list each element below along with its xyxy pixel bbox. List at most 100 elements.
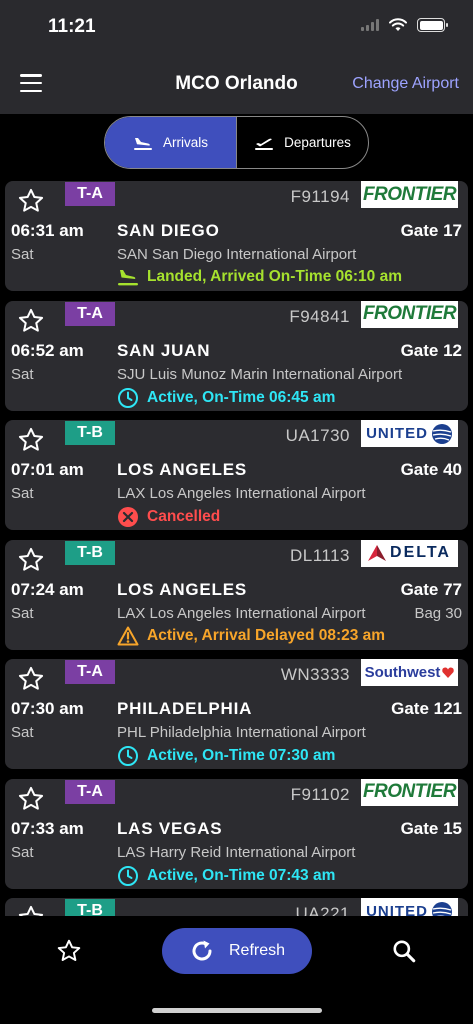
terminal-badge: T-A	[65, 779, 115, 804]
nav-bar: MCO Orlando Change Airport	[0, 54, 473, 114]
arrival-time: 07:24 am	[11, 579, 84, 599]
airline-logo: FRONTIER	[361, 778, 458, 806]
arrival-time: 07:01 am	[11, 460, 84, 479]
arrival-time: 07:33 am	[11, 818, 84, 838]
flight-number: DL1113	[289, 545, 350, 565]
refresh-button[interactable]: Refresh	[162, 928, 312, 974]
origin-city: LOS ANGELES	[117, 579, 248, 599]
favorite-toggle[interactable]	[17, 546, 45, 579]
origin-city: SAN DIEGO	[117, 221, 220, 240]
flight-status-text: Active, On-Time 06:45 am	[147, 388, 336, 406]
favorite-toggle[interactable]	[17, 426, 45, 459]
flight-status-text: Cancelled	[147, 508, 221, 525]
terminal-badge: T-B	[65, 540, 115, 565]
gate-label: Gate 121	[391, 699, 462, 718]
tab-departures[interactable]: Departures	[236, 117, 368, 168]
flight-status: Landed, Arrived On-Time 06:10 am	[117, 267, 402, 287]
origin-airport: PHL Philadelphia International Airport	[117, 724, 366, 741]
favorite-toggle[interactable]	[17, 785, 45, 818]
gate-label: Gate 77	[400, 579, 462, 599]
refresh-label: Refresh	[228, 942, 286, 959]
arrivals-departures-segment: Arrivals Departures	[104, 116, 369, 169]
terminal-badge: T-A	[65, 182, 115, 206]
favorite-toggle[interactable]	[17, 665, 45, 698]
flight-card[interactable]: T-A F94841 FRONTIER 06:52 am Sat SAN JUA…	[5, 300, 468, 411]
favorites-button[interactable]	[56, 938, 82, 969]
status-icons	[361, 18, 448, 32]
flight-number: F91194	[290, 187, 350, 206]
flight-number: F94841	[289, 306, 350, 326]
refresh-icon	[192, 940, 212, 961]
flight-card[interactable]: T-B DL1113 DELTA 07:24 am Sat LOS ANGELE…	[5, 539, 468, 650]
frontier-logo: FRONTIER	[362, 183, 457, 205]
clock-icon	[118, 746, 138, 766]
terminal-badge: T-A	[65, 301, 115, 326]
airline-logo: DELTA	[361, 539, 458, 567]
southwest-logo: Southwest	[365, 664, 455, 681]
favorite-toggle[interactable]	[17, 904, 45, 916]
arrival-day: Sat	[11, 365, 34, 383]
airline-logo: FRONTIER	[361, 181, 458, 208]
flight-card[interactable]: T-B UA1730 UNITED 07:01 am Sat LOS ANGEL…	[5, 420, 468, 530]
bottom-toolbar: Refresh	[0, 916, 473, 1024]
flight-card[interactable]: T-A F91194 FRONTIER 06:31 am Sat SAN DIE…	[5, 181, 468, 291]
arrival-day: Sat	[11, 843, 34, 861]
origin-airport: LAX Los Angeles International Airport	[117, 485, 366, 502]
clock-icon	[118, 865, 138, 886]
flight-card[interactable]: T-A WN3333 Southwest 07:30 am Sat PHILAD…	[5, 659, 468, 769]
flight-status-text: Active, On-Time 07:43 am	[147, 866, 336, 884]
favorite-toggle[interactable]	[17, 307, 45, 340]
flight-status: Active, On-Time 07:30 am	[117, 745, 335, 767]
star-outline-icon	[18, 786, 44, 810]
arrival-time: 07:30 am	[11, 699, 84, 718]
flight-status: Active, On-Time 07:43 am	[117, 865, 335, 887]
origin-city: LOS ANGELES	[117, 460, 248, 479]
airline-logo: UNITED	[361, 898, 458, 916]
united-logo: UNITED	[366, 901, 453, 916]
flight-card[interactable]: T-A F91102 FRONTIER 07:33 am Sat LAS VEG…	[5, 778, 468, 889]
terminal-badge: T-B	[65, 899, 115, 916]
star-outline-icon	[18, 427, 44, 451]
star-outline-icon	[57, 939, 81, 961]
flight-number: WN3333	[280, 665, 350, 684]
flight-card[interactable]: T-B UA221 UNITED	[5, 898, 468, 916]
tab-arrivals[interactable]: Arrivals	[105, 117, 236, 168]
search-icon	[393, 940, 416, 963]
arrival-day: Sat	[11, 604, 34, 622]
terminal-badge: T-B	[65, 421, 115, 445]
origin-city: LAS VEGAS	[117, 818, 223, 838]
origin-city: PHILADELPHIA	[117, 699, 253, 718]
star-outline-icon	[18, 308, 44, 332]
status-bar: 11:21	[0, 0, 473, 54]
battery-icon	[417, 18, 448, 32]
origin-airport: LAS Harry Reid International Airport	[117, 843, 356, 861]
plane-landing-icon	[133, 137, 152, 150]
cellular-signal-icon	[361, 19, 379, 31]
plane-takeoff-icon	[255, 138, 274, 150]
plane-landing-icon	[118, 270, 138, 286]
star-outline-icon	[18, 547, 44, 571]
star-outline-icon	[18, 188, 44, 212]
flight-status-text: Active, On-Time 07:30 am	[147, 747, 336, 764]
status-time: 11:21	[48, 16, 96, 37]
clock-icon	[118, 387, 138, 408]
star-outline-icon	[18, 905, 44, 916]
origin-city: SAN JUAN	[117, 340, 211, 360]
star-outline-icon	[18, 666, 44, 690]
arrival-day: Sat	[11, 485, 34, 502]
change-airport-button[interactable]: Change Airport	[352, 75, 459, 93]
baggage-claim: Bag 30	[414, 604, 462, 622]
airline-logo: UNITED	[361, 420, 458, 447]
flight-list[interactable]: T-A F91194 FRONTIER 06:31 am Sat SAN DIE…	[0, 180, 473, 916]
delta-logo: DELTA	[368, 544, 451, 562]
origin-airport: SAN San Diego International Airport	[117, 246, 357, 263]
favorite-toggle[interactable]	[17, 187, 45, 220]
flight-status: Active, On-Time 06:45 am	[117, 387, 335, 409]
flight-status-text: Landed, Arrived On-Time 06:10 am	[147, 268, 402, 285]
gate-label: Gate 15	[400, 818, 462, 838]
origin-airport: LAX Los Angeles International Airport	[117, 604, 366, 622]
wifi-icon	[389, 18, 407, 31]
x-circle-icon	[118, 507, 138, 527]
search-button[interactable]	[391, 938, 417, 969]
frontier-logo: FRONTIER	[362, 303, 457, 324]
